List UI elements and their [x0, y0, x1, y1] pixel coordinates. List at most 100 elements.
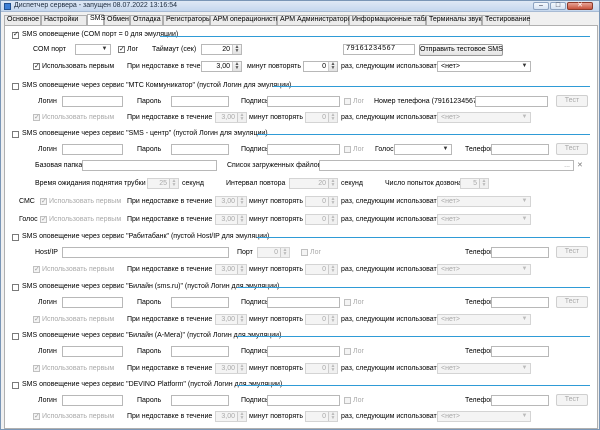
signature-input[interactable]	[267, 395, 340, 406]
browse-button[interactable]: ...	[564, 162, 570, 169]
tab-operator-workstations[interactable]: АРМ операционистов	[210, 15, 283, 25]
log-checkbox[interactable]	[344, 397, 351, 404]
use-first-checkbox[interactable]	[33, 113, 40, 121]
repeat-count-stepper[interactable]: 0 ▲ ▼	[305, 214, 338, 225]
stepper-arrows-icon[interactable]: ▲ ▼	[328, 215, 337, 224]
stepper-arrows-icon[interactable]: ▲ ▼	[237, 197, 246, 206]
delivery-minutes-stepper[interactable]: 3,00 ▲ ▼	[215, 196, 247, 207]
stepper-arrows-icon[interactable]: ▲ ▼	[237, 113, 246, 122]
repeat-interval-stepper[interactable]: 20 ▲ ▼	[289, 178, 338, 189]
com-port-enable-checkbox[interactable]	[12, 31, 19, 39]
delivery-minutes-stepper[interactable]: 3,00 ▲ ▼	[201, 61, 242, 72]
delivery-minutes-stepper[interactable]: 3,00 ▲ ▼	[215, 214, 247, 225]
tab-testing[interactable]: Тестирование	[482, 15, 530, 25]
next-service-select[interactable]: <нет> ▼	[437, 214, 531, 225]
com-port-select[interactable]: ▼	[75, 44, 111, 55]
devino-enable-checkbox[interactable]	[12, 382, 19, 389]
loaded-files-input[interactable]: ...	[319, 160, 574, 171]
password-input[interactable]	[171, 144, 229, 155]
mts-enable-checkbox[interactable]	[12, 83, 19, 90]
delivery-minutes-stepper[interactable]: 3,00 ▲ ▼	[215, 112, 247, 123]
tab-registrars[interactable]: Регистраторы	[163, 15, 211, 25]
tab-admin-workstations[interactable]: АРМ Администраторов	[277, 15, 355, 25]
stepper-arrows-icon[interactable]: ▲ ▼	[237, 315, 246, 324]
test-button[interactable]: Тест	[556, 246, 588, 258]
rabitabank-enable-checkbox[interactable]	[12, 234, 19, 241]
signature-input[interactable]	[267, 96, 340, 107]
telephone-input[interactable]	[491, 144, 549, 155]
tab-sound-terminals[interactable]: Терминалы звука	[426, 15, 486, 25]
sms-use-first-checkbox[interactable]	[40, 197, 47, 205]
stepper-arrows-icon[interactable]: ▲ ▼	[169, 179, 178, 188]
login-input[interactable]	[62, 346, 123, 357]
delivery-minutes-stepper[interactable]: 3,00 ▲ ▼	[215, 411, 247, 422]
delivery-minutes-stepper[interactable]: 3,00 ▲ ▼	[215, 264, 247, 275]
use-first-checkbox[interactable]	[33, 265, 40, 273]
tab-main[interactable]: Основное	[4, 15, 41, 25]
stepper-arrows-icon[interactable]: ▲ ▼	[280, 248, 289, 257]
password-input[interactable]	[171, 395, 229, 406]
password-input[interactable]	[171, 297, 229, 308]
signature-input[interactable]	[267, 144, 340, 155]
stepper-arrows-icon[interactable]: ▲ ▼	[232, 45, 241, 54]
login-input[interactable]	[62, 297, 123, 308]
password-input[interactable]	[171, 346, 229, 357]
port-stepper[interactable]: 0 ▲ ▼	[257, 247, 290, 258]
stepper-arrows-icon[interactable]: ▲ ▼	[237, 364, 246, 373]
stepper-arrows-icon[interactable]: ▲ ▼	[237, 215, 246, 224]
log-checkbox[interactable]	[344, 299, 351, 306]
tab-exchange[interactable]: Обмен	[104, 15, 130, 25]
telephone-input[interactable]	[491, 346, 549, 357]
beeline-amega-enable-checkbox[interactable]	[12, 333, 19, 340]
voice-select[interactable]: ▼	[394, 144, 452, 155]
repeat-count-stepper[interactable]: 0 ▲ ▼	[303, 61, 338, 72]
next-service-select[interactable]: <нет> ▼	[437, 411, 531, 422]
telephone-input[interactable]	[491, 297, 549, 308]
next-service-select[interactable]: <нет> ▼	[437, 363, 531, 374]
next-service-select[interactable]: <нет> ▼	[437, 112, 531, 123]
clear-icon[interactable]: ✕	[577, 161, 583, 169]
signature-input[interactable]	[267, 297, 340, 308]
stepper-arrows-icon[interactable]: ▲ ▼	[328, 179, 337, 188]
host-input[interactable]	[62, 247, 229, 258]
next-service-select[interactable]: <нет> ▼	[437, 264, 531, 275]
login-input[interactable]	[62, 144, 123, 155]
use-first-checkbox[interactable]	[33, 364, 40, 372]
close-button[interactable]: ✕	[567, 2, 593, 10]
phone-number-input[interactable]: 79161234567	[343, 44, 415, 55]
tab-debug[interactable]: Отладка	[130, 15, 163, 25]
repeat-count-stepper[interactable]: 0 ▲ ▼	[305, 363, 338, 374]
use-first-checkbox[interactable]	[33, 412, 40, 420]
stepper-arrows-icon[interactable]: ▲ ▼	[328, 113, 337, 122]
base-folder-input[interactable]	[82, 160, 217, 171]
tab-settings[interactable]: Настройки	[41, 15, 87, 25]
maximize-button[interactable]: □	[550, 2, 566, 10]
telephone-input[interactable]	[491, 395, 549, 406]
phone-number-input[interactable]	[475, 96, 548, 107]
log-checkbox[interactable]	[301, 249, 308, 256]
login-input[interactable]	[62, 96, 123, 107]
stepper-arrows-icon[interactable]: ▲ ▼	[328, 62, 337, 71]
stepper-arrows-icon[interactable]: ▲ ▼	[328, 197, 337, 206]
timeout-stepper[interactable]: 20 ▲ ▼	[201, 44, 242, 55]
wait-pickup-stepper[interactable]: 25 ▲ ▼	[147, 178, 179, 189]
log-checkbox[interactable]	[344, 98, 351, 105]
delivery-minutes-stepper[interactable]: 3,00 ▲ ▼	[215, 314, 247, 325]
tab-sms[interactable]: SMS	[87, 14, 105, 25]
minimize-button[interactable]: –	[533, 2, 549, 10]
log-checkbox[interactable]	[344, 146, 351, 153]
stepper-arrows-icon[interactable]: ▲ ▼	[328, 265, 337, 274]
voice-use-first-checkbox[interactable]	[40, 215, 47, 223]
repeat-count-stepper[interactable]: 0 ▲ ▼	[305, 411, 338, 422]
dial-attempts-stepper[interactable]: 5 ▲ ▼	[460, 178, 489, 189]
test-button[interactable]: Тест	[556, 95, 588, 107]
password-input[interactable]	[171, 96, 229, 107]
log-checkbox[interactable]	[344, 348, 351, 355]
repeat-count-stepper[interactable]: 0 ▲ ▼	[305, 112, 338, 123]
stepper-arrows-icon[interactable]: ▲ ▼	[237, 265, 246, 274]
next-service-select[interactable]: <нет> ▼	[437, 61, 531, 72]
sms-centre-enable-checkbox[interactable]	[12, 131, 19, 138]
test-button[interactable]: Тест	[556, 143, 588, 155]
stepper-arrows-icon[interactable]: ▲ ▼	[232, 62, 241, 71]
login-input[interactable]	[62, 395, 123, 406]
